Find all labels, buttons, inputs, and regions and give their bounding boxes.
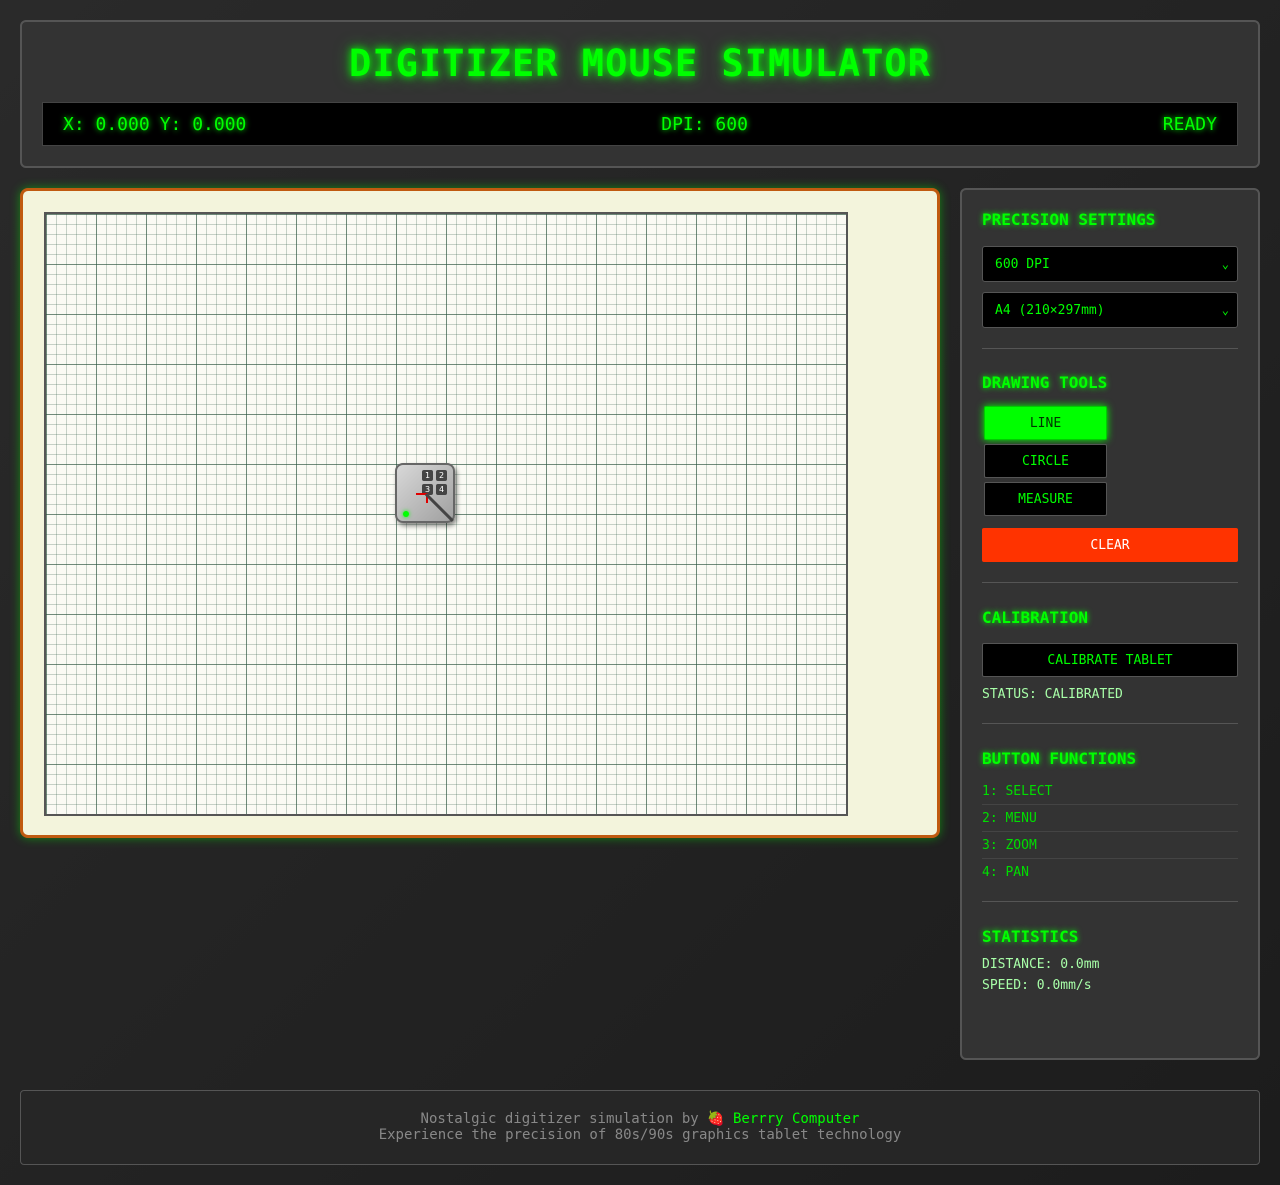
brand-link[interactable]: Berrry Computer xyxy=(733,1111,859,1127)
puck-button-2[interactable]: 2 xyxy=(436,470,447,481)
calibration-title: CALIBRATION xyxy=(982,608,1088,627)
header: DIGITIZER MOUSE SIMULATOR X: 0.000 Y: 0.… xyxy=(20,20,1260,168)
distance-stat: DISTANCE: 0.0mm xyxy=(982,957,1100,972)
precision-settings-title: PRECISION SETTINGS xyxy=(982,210,1156,229)
puck-button-1[interactable]: 1 xyxy=(422,470,433,481)
control-panel: PRECISION SETTINGS 600 DPI ⌄ A4 (210×297… xyxy=(960,188,1260,1060)
footer-credit-text: Nostalgic digitizer simulation by xyxy=(420,1111,708,1127)
footer-tagline: Experience the precision of 80s/90s grap… xyxy=(378,1127,902,1143)
x-coordinate: X: 0.000 xyxy=(63,113,150,135)
chevron-down-icon: ⌄ xyxy=(1221,303,1229,317)
measure-tool-button[interactable]: MEASURE xyxy=(984,482,1107,516)
page-title: DIGITIZER MOUSE SIMULATOR xyxy=(349,42,931,85)
function-item: 4: PAN xyxy=(982,865,1029,880)
circle-tool-button[interactable]: CIRCLE xyxy=(984,444,1107,478)
digitizer-puck[interactable]: 1 2 3 4 xyxy=(395,463,455,523)
y-coordinate: Y: 0.000 xyxy=(159,113,247,135)
drawing-grid[interactable]: 1 2 3 4 xyxy=(44,212,848,816)
statistics-title: STATISTICS xyxy=(982,927,1079,946)
divider xyxy=(982,582,1238,583)
paper-size-select[interactable]: A4 (210×297mm) ⌄ xyxy=(982,292,1238,328)
divider xyxy=(982,348,1238,349)
drawing-tools-title: DRAWING TOOLS xyxy=(982,373,1108,392)
puck-cord xyxy=(424,493,454,522)
dpi-select-value: 600 DPI xyxy=(995,256,1050,272)
led-indicator xyxy=(403,511,409,517)
coordinate-readout: X: 0.000 Y: 0.000 xyxy=(63,114,246,135)
clear-button[interactable]: CLEAR xyxy=(982,528,1238,562)
dpi-select[interactable]: 600 DPI ⌄ xyxy=(982,246,1238,282)
puck-button-4[interactable]: 4 xyxy=(436,484,447,495)
footer-credit: Nostalgic digitizer simulation by 🍓 Berr… xyxy=(21,1111,1259,1127)
divider xyxy=(982,901,1238,902)
status-indicator: READY xyxy=(1162,113,1217,135)
function-item: 3: ZOOM xyxy=(982,832,1238,859)
line-tool-button[interactable]: LINE xyxy=(984,406,1107,440)
status-bar: X: 0.000 Y: 0.000 DPI: 600 READY xyxy=(42,102,1238,146)
button-functions-title: BUTTON FUNCTIONS xyxy=(982,749,1137,768)
function-item: 1: SELECT xyxy=(982,778,1238,805)
dpi-readout: DPI: 600 xyxy=(661,113,748,135)
chevron-down-icon: ⌄ xyxy=(1221,257,1229,271)
digitizer-tablet: 1 2 3 4 xyxy=(20,188,940,838)
calibrate-tablet-button[interactable]: CALIBRATE TABLET xyxy=(982,643,1238,677)
speed-stat: SPEED: 0.0mm/s xyxy=(982,978,1092,993)
footer: Nostalgic digitizer simulation by 🍓 Berr… xyxy=(20,1090,1260,1165)
paper-size-select-value: A4 (210×297mm) xyxy=(995,302,1105,318)
divider xyxy=(982,723,1238,724)
strawberry-icon: 🍓 xyxy=(707,1111,725,1127)
calibration-status: STATUS: CALIBRATED xyxy=(982,687,1123,702)
function-item: 2: MENU xyxy=(982,805,1238,832)
